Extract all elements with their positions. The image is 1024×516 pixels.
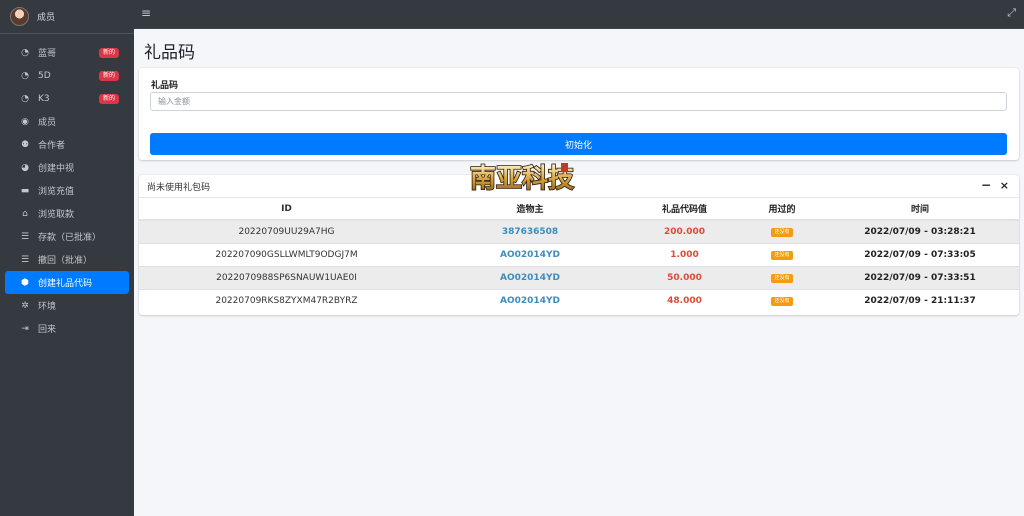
new-badge: 新的 xyxy=(98,48,119,58)
sidebar-item-9[interactable]: ☰ 撤回（批准） xyxy=(5,248,129,271)
status-badge: 还没有 xyxy=(771,228,793,238)
cell-used: 还没有 xyxy=(743,219,821,243)
column-header-value[interactable]: 礼品代码值 xyxy=(626,198,743,221)
user-circle-icon: ◉ xyxy=(21,116,29,127)
cell-time: 2022/07/09 - 07:33:51 xyxy=(821,265,1019,289)
watermark-logo: 南亚科技 xyxy=(469,157,575,197)
sidebar-item-label: 回来 xyxy=(38,325,57,335)
cell-used: 还没有 xyxy=(743,265,821,289)
sign-out-icon: ⇥ xyxy=(21,323,29,334)
new-badge: 新的 xyxy=(98,71,119,81)
sidebar-item-label: 合作者 xyxy=(38,141,66,151)
sidebar-item-label: 创建中视 xyxy=(38,164,75,174)
column-header-time[interactable]: 时间 xyxy=(821,198,1019,221)
svg-text:南亚科技: 南亚科技 xyxy=(470,164,574,194)
sidebar-item-1[interactable]: ◔ 5D 新的 xyxy=(5,64,129,87)
user-panel[interactable]: 成员 xyxy=(0,0,134,34)
column-header-creator[interactable]: 造物主 xyxy=(434,198,626,221)
avatar xyxy=(10,7,29,26)
sidebar-item-label: 浏览取款 xyxy=(38,210,75,220)
sidebar-item-label: 成员 xyxy=(38,118,57,128)
sidebar-item-label: 存款（已批准） xyxy=(38,233,102,243)
table-row: 20220709UU29A7HG 387636508 200.000 还没有 2022/… xyxy=(139,219,1019,243)
card-header: 尚未使用礼包码 − × xyxy=(139,175,1019,198)
sidebar-item-label: 环境 xyxy=(38,302,57,312)
list-icon: ☰ xyxy=(20,254,30,265)
unused-codes-card: 尚未使用礼包码 − × ID 造物主 礼品代码值 用过的 时间 20220709… xyxy=(139,175,1019,315)
list-icon: ☰ xyxy=(20,231,30,242)
cell-creator[interactable]: AO02014YD xyxy=(434,242,626,266)
credit-card-icon: ▬ xyxy=(20,185,30,196)
cell-creator[interactable]: AO02014YD xyxy=(434,288,626,312)
sidebar-item-label: 撤回（批准） xyxy=(38,256,93,266)
sidebar-item-2[interactable]: ◔ K3 新的 xyxy=(5,87,129,110)
table-row: 20220709RKS8ZYXM47R2BYRZ AO02014YD 48.000 还… xyxy=(139,288,1019,312)
sidebar-item-label: 浏览充值 xyxy=(38,187,75,197)
cell-time: 2022/07/09 - 07:33:05 xyxy=(821,242,1019,266)
page-title: 礼品码 xyxy=(144,43,195,63)
status-badge: 还没有 xyxy=(771,297,793,307)
sidebar-item-5[interactable]: ◕ 创建中视 xyxy=(5,156,129,179)
gear-icon: ✲ xyxy=(21,300,29,311)
bank-icon: ⌂ xyxy=(22,208,28,219)
sidebar-item-label: 5D xyxy=(38,70,51,81)
cell-id: 2022070988SP6SNAUW1UAE0I xyxy=(139,265,434,289)
cell-id: 20220709UU29A7HG xyxy=(139,219,434,243)
fullscreen-icon[interactable]: ⤢ xyxy=(1007,6,1016,20)
table-header-row: ID 造物主 礼品代码值 用过的 时间 xyxy=(139,198,1019,221)
menu-toggle-icon[interactable]: ≡ xyxy=(141,6,151,20)
cell-value: 1.000 xyxy=(626,242,743,266)
amount-label: 礼品码 xyxy=(151,81,179,91)
sidebar-nav: ◔ 蓝哥 新的 ◔ 5D 新的 ◔ K3 新的 ◉ 成员 ⚉ 合作者 ◕ 创建中视 ▬ 浏览充值 ⌂ 浏览取款 ☰ 存款… xyxy=(0,41,134,340)
sidebar-item-4[interactable]: ⚉ 合作者 xyxy=(5,133,129,156)
minimize-icon[interactable]: − xyxy=(981,178,991,192)
pie-chart-icon: ◕ xyxy=(21,162,29,173)
sidebar-item-10[interactable]: ⬢ 创建礼品代码 xyxy=(5,271,129,294)
table-row: 2022070988SP6SNAUW1UAE0I AO02014YD 50.000 还… xyxy=(139,265,1019,289)
tachometer-icon: ◔ xyxy=(21,47,29,58)
cell-id: 202207090GSLLWMLT9ODGJ7M xyxy=(139,242,434,266)
sidebar-item-3[interactable]: ◉ 成员 xyxy=(5,110,129,133)
tachometer-icon: ◔ xyxy=(21,70,29,81)
cell-time: 2022/07/09 - 21:11:37 xyxy=(821,288,1019,312)
sidebar-item-label: K3 xyxy=(38,93,50,104)
sidebar-item-7[interactable]: ⌂ 浏览取款 xyxy=(5,202,129,225)
initialize-button[interactable]: 初始化 xyxy=(150,133,1007,155)
cell-creator[interactable]: 387636508 xyxy=(434,219,626,243)
cell-creator[interactable]: AO02014YD xyxy=(434,265,626,289)
cell-used: 还没有 xyxy=(743,288,821,312)
sidebar-item-label: 创建礼品代码 xyxy=(38,279,93,289)
table-row: 202207090GSLLWMLT9ODGJ7M AO02014YD 1.000 还没… xyxy=(139,242,1019,266)
sidebar: 成员 ◔ 蓝哥 新的 ◔ 5D 新的 ◔ K3 新的 ◉ 成员 ⚉ 合作者 ◕ 创建中视 ▬ 浏览充值 ⌂ 浏览取款… xyxy=(0,0,134,516)
users-icon: ⚉ xyxy=(20,139,30,150)
sidebar-item-label: 蓝哥 xyxy=(38,49,57,59)
sidebar-item-12[interactable]: ⇥ 回来 xyxy=(5,317,129,340)
gift-codes-table: ID 造物主 礼品代码值 用过的 时间 20220709UU29A7HG 3876… xyxy=(139,198,1019,312)
new-badge: 新的 xyxy=(98,94,119,104)
sidebar-item-6[interactable]: ▬ 浏览充值 xyxy=(5,179,129,202)
cell-value: 48.000 xyxy=(626,288,743,312)
logo-graphic: 南亚科技 xyxy=(469,163,575,195)
cell-value: 50.000 xyxy=(626,265,743,289)
gift-code-form-card: 礼品码 初始化 xyxy=(139,68,1019,160)
cell-used: 还没有 xyxy=(743,242,821,266)
sidebar-item-8[interactable]: ☰ 存款（已批准） xyxy=(5,225,129,248)
column-header-id[interactable]: ID xyxy=(139,198,434,221)
main-content: 礼品码 礼品码 初始化 尚未使用礼包码 − × ID 造物主 礼品代码值 用过的… xyxy=(134,29,1024,516)
user-name: 成员 xyxy=(37,13,56,23)
cell-time: 2022/07/09 - 03:28:21 xyxy=(821,219,1019,243)
gift-icon: ⬢ xyxy=(21,277,29,288)
status-badge: 还没有 xyxy=(771,251,793,260)
top-navbar: ≡ ⤢ xyxy=(134,0,1024,29)
card-title: 尚未使用礼包码 xyxy=(147,183,211,193)
tachometer-icon: ◔ xyxy=(21,93,29,104)
cell-id: 20220709RKS8ZYXM47R2BYRZ xyxy=(139,288,434,312)
sidebar-item-0[interactable]: ◔ 蓝哥 新的 xyxy=(5,41,129,64)
close-icon[interactable]: × xyxy=(1000,179,1009,192)
amount-input[interactable] xyxy=(150,92,1007,111)
status-badge: 还没有 xyxy=(771,274,793,283)
cell-value: 200.000 xyxy=(626,219,743,243)
sidebar-item-11[interactable]: ✲ 环境 xyxy=(5,294,129,317)
column-header-used[interactable]: 用过的 xyxy=(743,198,821,221)
